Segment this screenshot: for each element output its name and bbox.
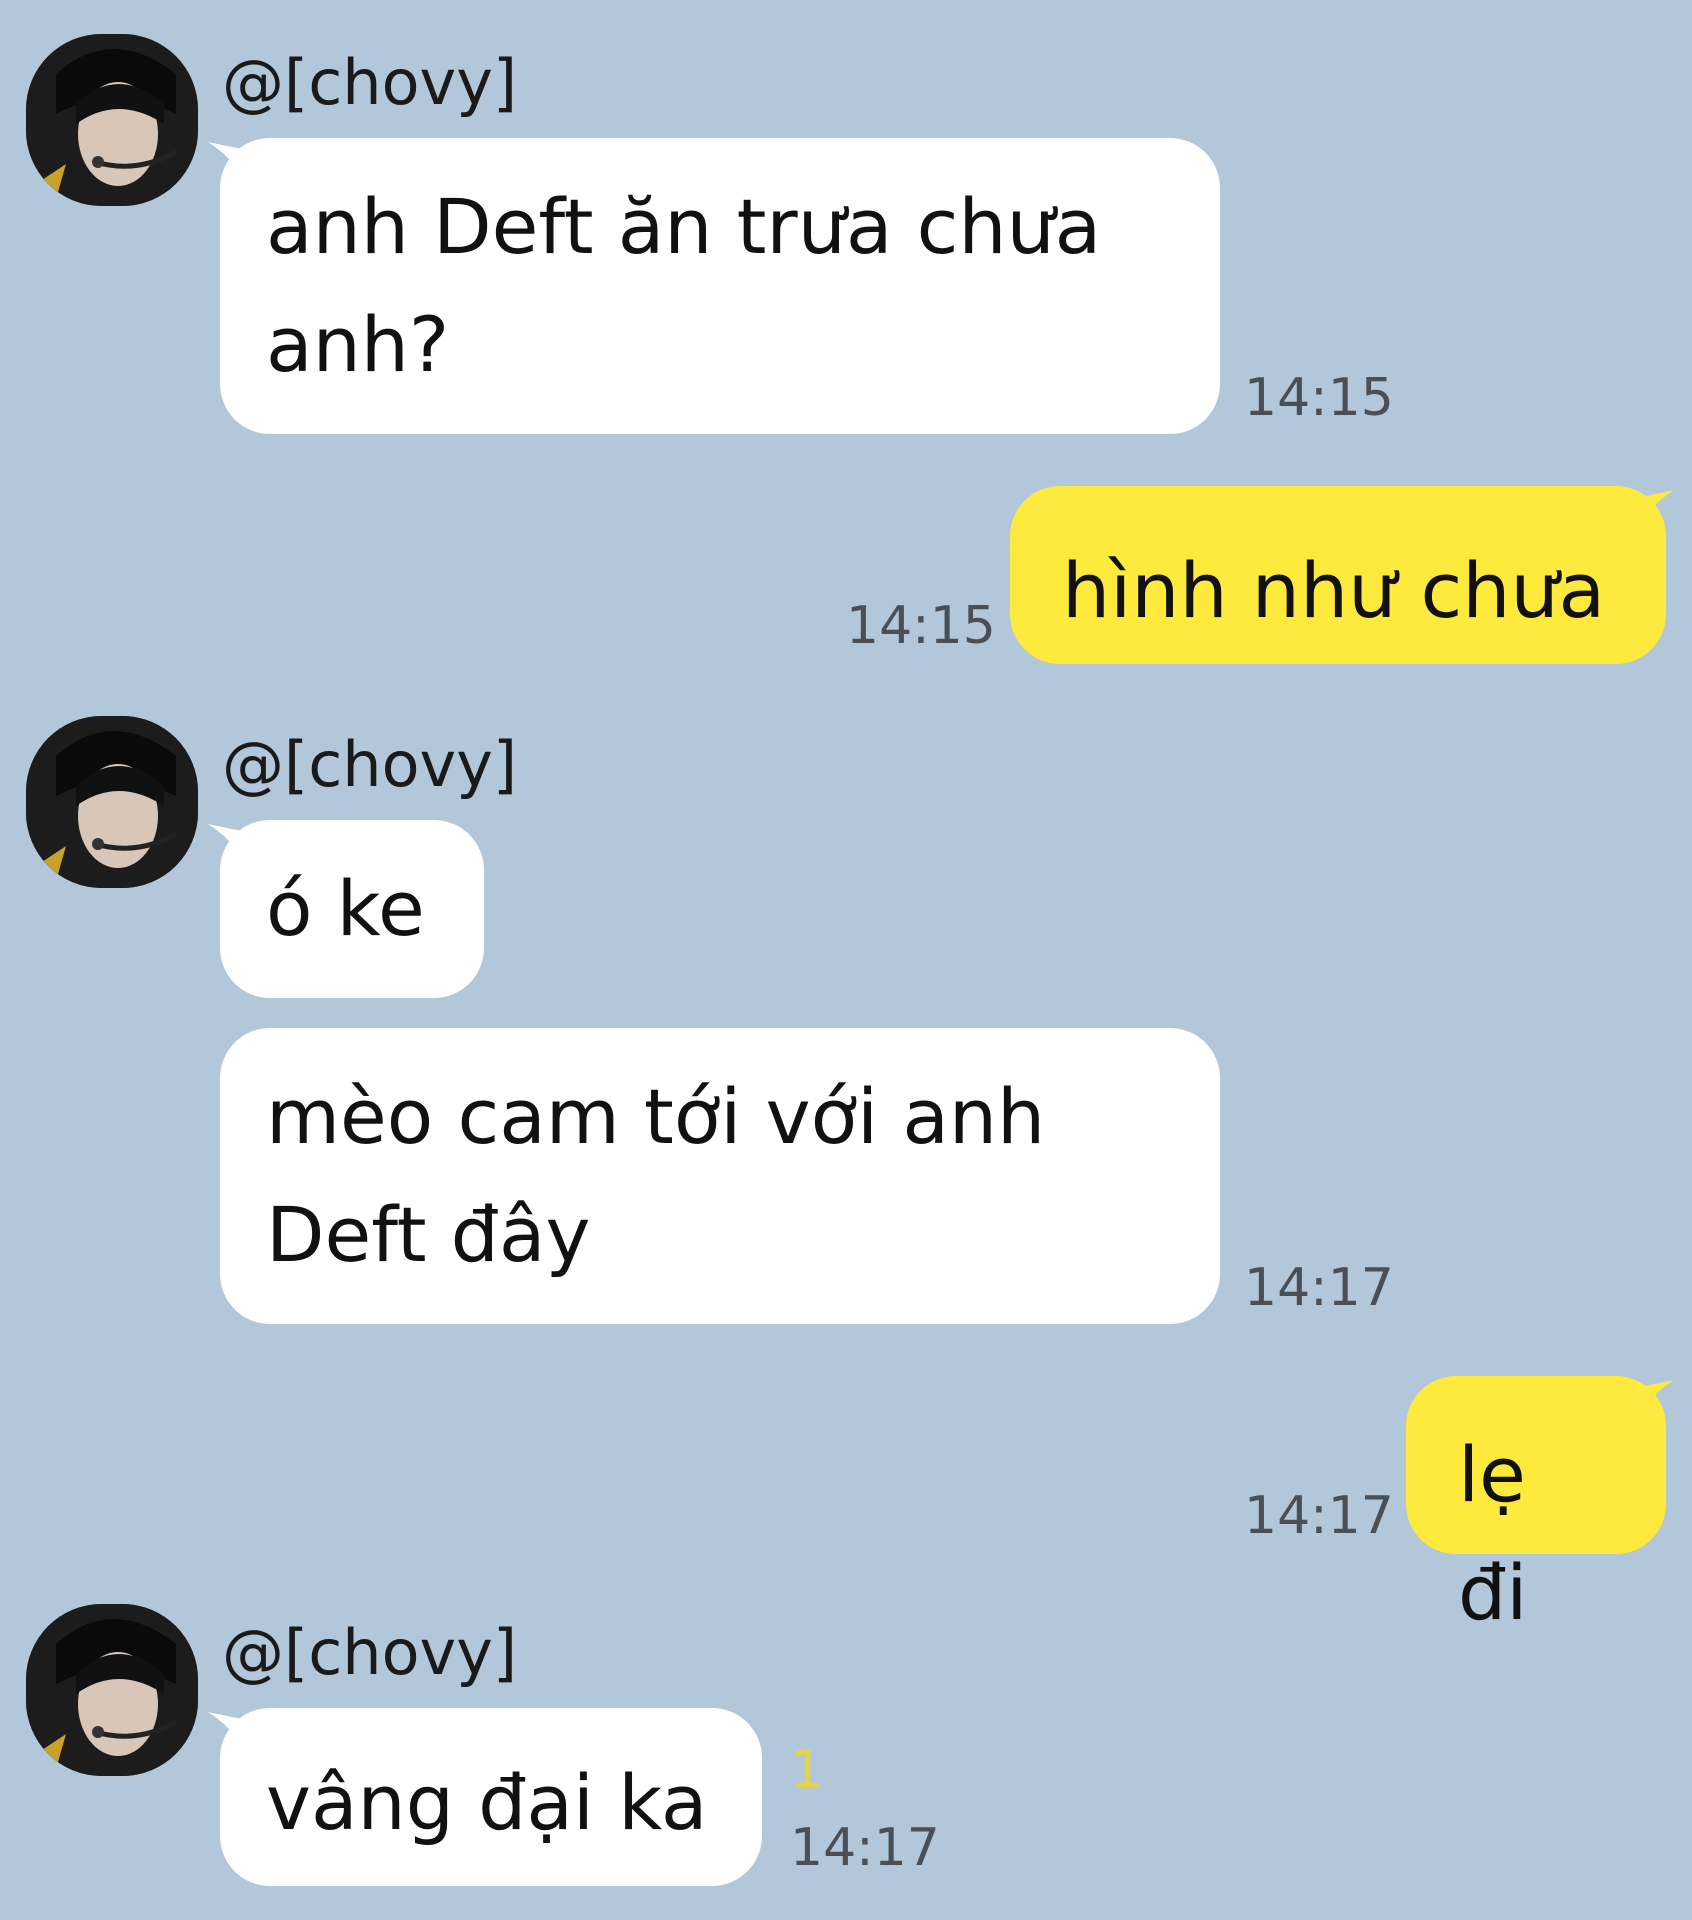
incoming-message-bubble[interactable]: vâng đại ka [220, 1708, 762, 1886]
message-timestamp: 14:17 [1244, 1258, 1394, 1318]
incoming-message-bubble[interactable]: ó ke [220, 820, 484, 998]
incoming-message-bubble[interactable]: mèo cam tới với anh Deft đây [220, 1028, 1220, 1324]
sender-avatar[interactable] [26, 716, 198, 888]
message-timestamp: 14:17 [1244, 1486, 1394, 1546]
message-timestamp: 14:15 [1244, 368, 1394, 428]
message-timestamp: 14:17 [790, 1818, 940, 1878]
outgoing-message-bubble[interactable]: lẹ đi [1406, 1376, 1666, 1637]
unread-count: 1 [790, 1740, 824, 1800]
sender-avatar[interactable] [26, 1604, 198, 1776]
message-timestamp: 14:15 [846, 596, 996, 656]
sender-name: @[chovy] [222, 46, 518, 119]
outgoing-message-bubble[interactable]: hình như chưa [1010, 486, 1666, 664]
sender-avatar[interactable] [26, 34, 198, 206]
incoming-message-bubble[interactable]: anh Deft ăn trưa chưa anh? [220, 138, 1220, 434]
sender-name: @[chovy] [222, 728, 518, 801]
sender-name: @[chovy] [222, 1616, 518, 1689]
